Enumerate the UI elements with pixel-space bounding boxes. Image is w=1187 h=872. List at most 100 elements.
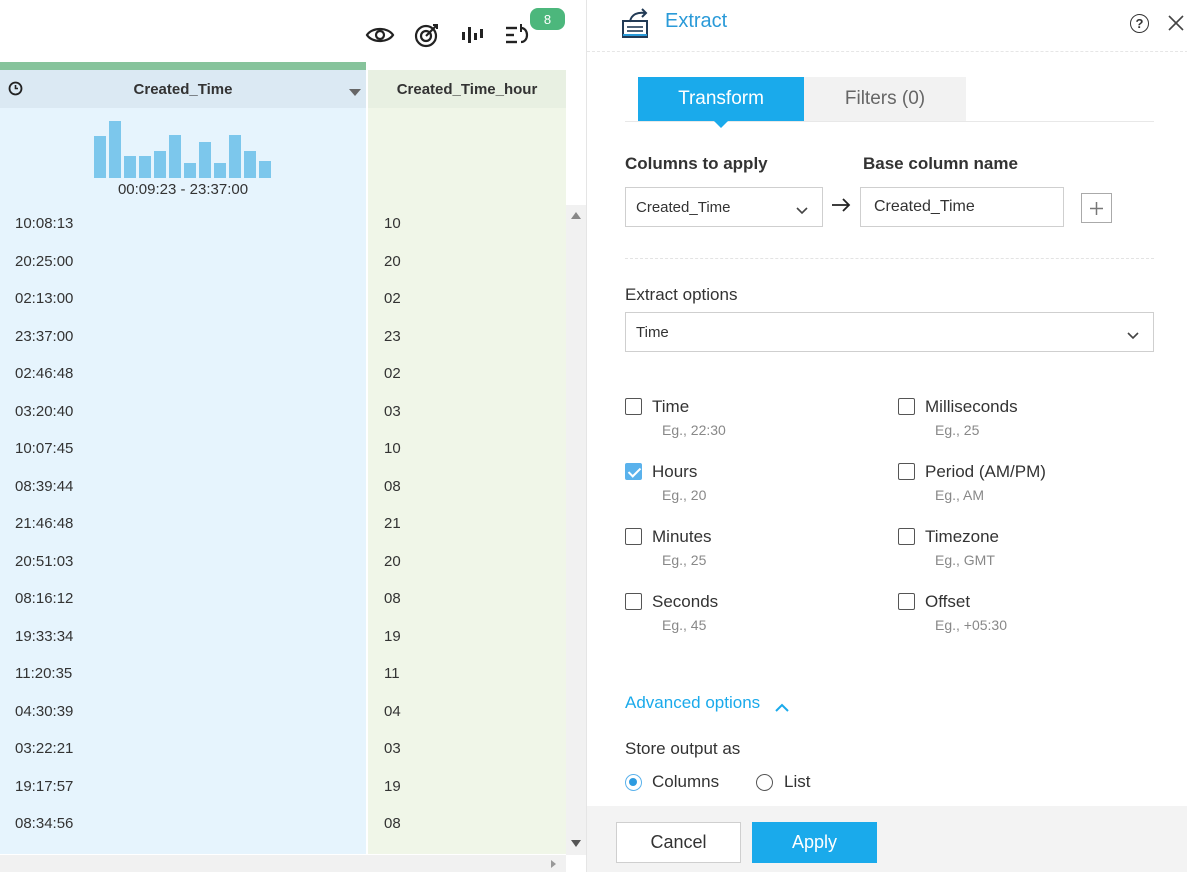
histogram-bar[interactable]: [259, 161, 271, 178]
horizontal-scrollbar[interactable]: [0, 855, 566, 872]
column-histogram[interactable]: [94, 118, 274, 178]
scroll-up-icon[interactable]: [571, 212, 581, 219]
histogram-bar[interactable]: [214, 163, 226, 178]
cell-created-time-hour[interactable]: 08: [384, 478, 401, 495]
cell-created-time-hour[interactable]: 08: [384, 815, 401, 832]
cell-created-time[interactable]: 19:17:57: [15, 778, 73, 795]
cell-created-time[interactable]: 21:46:48: [15, 515, 73, 532]
cell-created-time-hour[interactable]: 08: [384, 590, 401, 607]
scroll-right-icon[interactable]: [551, 860, 556, 868]
cell-created-time-hour[interactable]: 03: [384, 740, 401, 757]
cell-created-time[interactable]: 03:22:21: [15, 740, 73, 757]
table-row[interactable]: 03:20:40 03: [0, 393, 566, 431]
histogram-bar[interactable]: [124, 156, 136, 178]
cell-created-time-hour[interactable]: 02: [384, 290, 401, 307]
tab-filters[interactable]: Filters (0): [804, 77, 966, 121]
table-row[interactable]: 19:33:34 19: [0, 618, 566, 656]
cell-created-time[interactable]: 02:13:00: [15, 290, 73, 307]
histogram-bar[interactable]: [109, 121, 121, 178]
columns-to-apply-select[interactable]: Created_Time: [625, 187, 823, 227]
eye-icon[interactable]: [364, 20, 396, 50]
cell-created-time[interactable]: 08:34:56: [15, 815, 73, 832]
cancel-button[interactable]: Cancel: [616, 822, 741, 863]
table-row[interactable]: 02:46:48 02: [0, 355, 566, 393]
table-row[interactable]: 08:16:12 08: [0, 580, 566, 618]
checkbox-hours[interactable]: [625, 463, 642, 480]
histogram-bar[interactable]: [154, 151, 166, 178]
table-row[interactable]: 11:20:35 11: [0, 655, 566, 693]
checkbox-period[interactable]: [898, 463, 915, 480]
cell-created-time[interactable]: 08:39:44: [15, 478, 73, 495]
chevron-up-icon[interactable]: [775, 699, 789, 717]
cell-created-time-hour[interactable]: 20: [384, 553, 401, 570]
option-example: Eg., 22:30: [662, 422, 726, 438]
add-column-button[interactable]: [1081, 193, 1112, 223]
advanced-options-link[interactable]: Advanced options: [625, 693, 760, 713]
histogram-bar[interactable]: [139, 156, 151, 178]
table-row[interactable]: 20:25:00 20: [0, 243, 566, 281]
table-row[interactable]: 20:51:03 20: [0, 543, 566, 581]
cell-created-time[interactable]: 08:16:12: [15, 590, 73, 607]
steps-icon[interactable]: [501, 20, 533, 50]
column-header-created-time-hour[interactable]: Created_Time_hour: [368, 70, 566, 108]
cell-created-time[interactable]: 23:37:00: [15, 328, 73, 345]
histogram-bar[interactable]: [94, 136, 106, 178]
cell-created-time[interactable]: 20:25:00: [15, 253, 73, 270]
vertical-scrollbar[interactable]: [566, 205, 586, 855]
table-row[interactable]: 08:39:44 08: [0, 468, 566, 506]
histogram-bar[interactable]: [229, 135, 241, 178]
histogram-bar[interactable]: [199, 142, 211, 178]
column-menu-caret-icon[interactable]: [349, 89, 361, 96]
table-row[interactable]: 19:17:57 19: [0, 768, 566, 806]
apply-button[interactable]: Apply: [752, 822, 877, 863]
scroll-down-icon[interactable]: [571, 840, 581, 847]
option-example: Eg., AM: [935, 487, 985, 503]
cell-created-time-hour[interactable]: 20: [384, 253, 401, 270]
table-row[interactable]: 21:46:48 21: [0, 505, 566, 543]
cell-created-time-hour[interactable]: 11: [384, 665, 400, 682]
histogram-bar[interactable]: [244, 151, 256, 178]
cell-created-time-hour[interactable]: 19: [384, 628, 401, 645]
table-row[interactable]: 03:22:21 03: [0, 730, 566, 768]
checkbox-timezone[interactable]: [898, 528, 915, 545]
column-chart-icon[interactable]: [457, 20, 489, 50]
cell-created-time[interactable]: 11:20:35: [15, 665, 72, 682]
cell-created-time-hour[interactable]: 02: [384, 365, 401, 382]
histogram-bar[interactable]: [169, 135, 181, 178]
help-icon[interactable]: ?: [1130, 14, 1149, 33]
checkbox-time[interactable]: [625, 398, 642, 415]
checkbox-milliseconds[interactable]: [898, 398, 915, 415]
cell-created-time[interactable]: 03:20:40: [15, 403, 73, 420]
cell-created-time-hour[interactable]: 04: [384, 703, 401, 720]
checkbox-seconds[interactable]: [625, 593, 642, 610]
cell-created-time-hour[interactable]: 10: [384, 215, 401, 232]
base-column-name-input[interactable]: Created_Time: [860, 187, 1064, 227]
cell-created-time-hour[interactable]: 03: [384, 403, 401, 420]
table-row[interactable]: 04:30:39 04: [0, 693, 566, 731]
radio-list[interactable]: [756, 774, 773, 791]
tab-transform[interactable]: Transform: [638, 77, 804, 128]
cell-created-time-hour[interactable]: 21: [384, 515, 401, 532]
table-row[interactable]: 23:37:00 23: [0, 318, 566, 356]
table-row[interactable]: 10:07:45 10: [0, 430, 566, 468]
table-row[interactable]: 08:34:56 08: [0, 805, 566, 843]
checkbox-minutes[interactable]: [625, 528, 642, 545]
table-row[interactable]: 10:08:13 10: [0, 205, 566, 243]
table-row[interactable]: 02:13:00 02: [0, 280, 566, 318]
cell-created-time[interactable]: 04:30:39: [15, 703, 73, 720]
cell-created-time[interactable]: 10:07:45: [15, 440, 73, 457]
histogram-bar[interactable]: [184, 163, 196, 178]
cell-created-time[interactable]: 20:51:03: [15, 553, 73, 570]
target-icon[interactable]: [411, 20, 443, 50]
cell-created-time-hour[interactable]: 10: [384, 440, 401, 457]
column-header-created-time[interactable]: Created_Time: [0, 70, 366, 108]
cell-created-time[interactable]: 19:33:34: [15, 628, 73, 645]
extract-options-select[interactable]: Time: [625, 312, 1154, 352]
cell-created-time-hour[interactable]: 23: [384, 328, 401, 345]
cell-created-time[interactable]: 02:46:48: [15, 365, 73, 382]
cell-created-time[interactable]: 10:08:13: [15, 215, 73, 232]
close-icon[interactable]: [1167, 14, 1185, 32]
checkbox-offset[interactable]: [898, 593, 915, 610]
radio-columns[interactable]: [625, 774, 642, 791]
cell-created-time-hour[interactable]: 19: [384, 778, 401, 795]
